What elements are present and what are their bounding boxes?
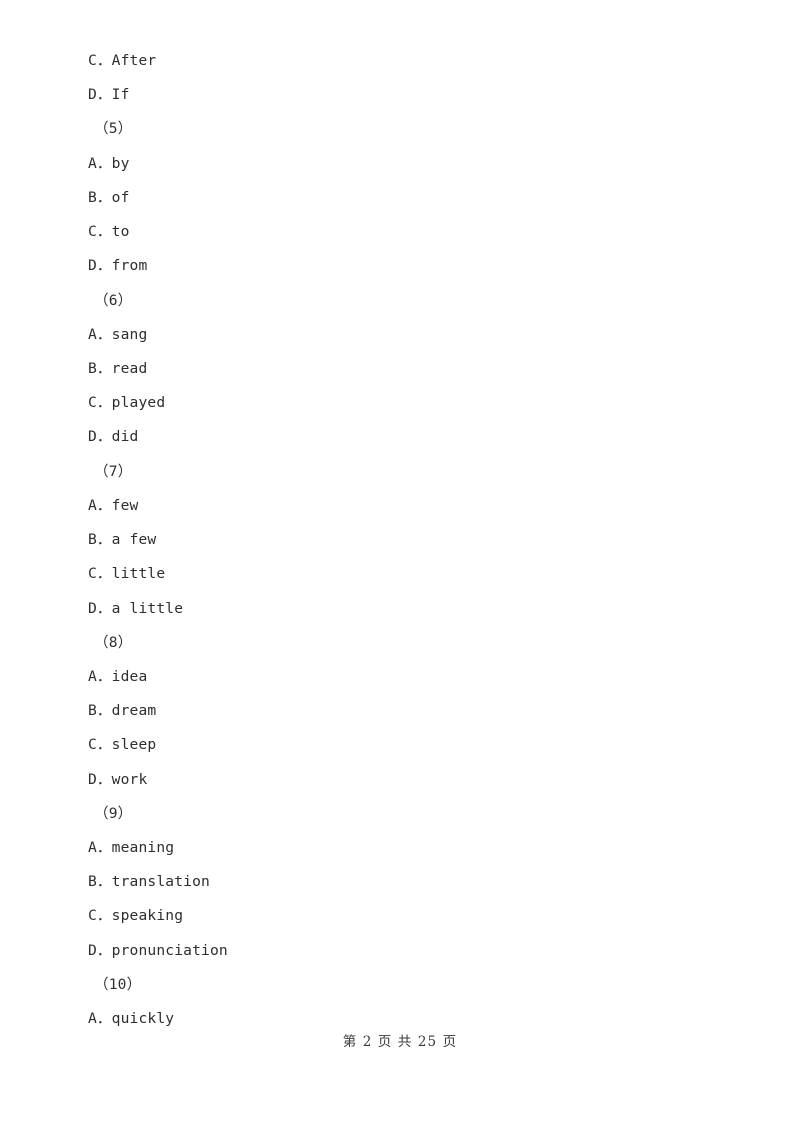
answer-option: D．did: [88, 428, 139, 446]
answer-option: D．If: [88, 86, 130, 104]
answer-option: A．idea: [88, 667, 148, 685]
answer-option: B．dream: [88, 702, 157, 720]
question-number: （9）: [94, 804, 133, 822]
answer-option: B．translation: [88, 873, 210, 891]
answer-option: C．sleep: [88, 736, 157, 754]
answer-option: C．little: [88, 565, 166, 583]
document-page: C．After D．If （5） A．by B．of C．to D．from （6） A．san…: [0, 0, 800, 1132]
answer-option: B．of: [88, 188, 130, 206]
answer-option: B．a few: [88, 531, 157, 549]
page-number-text: 第 2 页 共 25 页: [342, 1034, 458, 1050]
question-number: （7）: [94, 462, 133, 480]
answer-option: C．played: [88, 394, 166, 412]
answer-option: D．from: [88, 257, 148, 275]
question-number: （5）: [94, 120, 133, 138]
question-options-list: C．After D．If （5） A．by B．of C．to D．from （6） A．san…: [88, 44, 748, 1036]
answer-option: B．read: [88, 359, 148, 377]
answer-option: C．After: [88, 52, 157, 69]
answer-option: A．sang: [88, 325, 148, 343]
answer-option: C．to: [88, 223, 130, 241]
question-number: （8）: [94, 633, 133, 651]
answer-option: D．pronunciation: [88, 941, 228, 959]
answer-option: C．speaking: [88, 907, 184, 925]
answer-option: A．few: [88, 496, 139, 514]
question-number: （10）: [94, 975, 142, 993]
answer-option: A．meaning: [88, 839, 175, 857]
page-footer: 第 2 页 共 25 页: [0, 1031, 800, 1052]
answer-option: A．by: [88, 154, 130, 172]
answer-option: D．work: [88, 770, 148, 788]
question-number: （6）: [94, 291, 133, 309]
answer-option: D．a little: [88, 599, 184, 617]
